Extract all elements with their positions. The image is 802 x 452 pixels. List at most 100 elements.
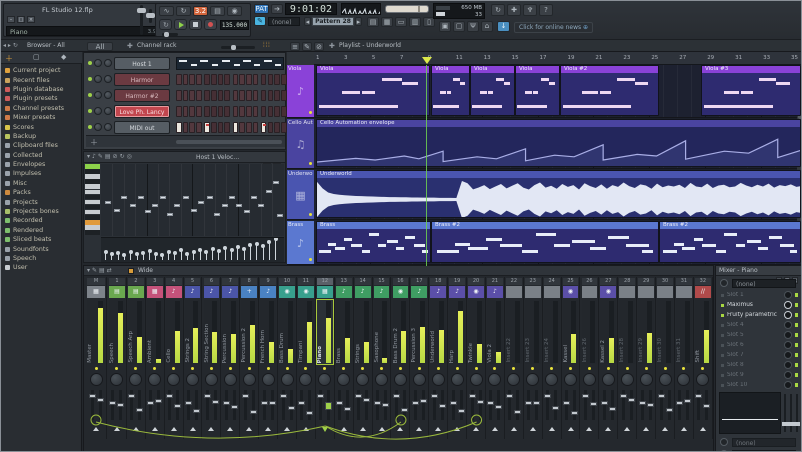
strip-pan-knob[interactable] (186, 373, 200, 386)
strip-fader-handle[interactable] (147, 401, 155, 405)
strip-fader-handle[interactable] (665, 408, 673, 412)
strip-fader-handle[interactable] (695, 394, 703, 398)
strip-fader[interactable] (581, 390, 589, 420)
fx-slot-knob[interactable] (784, 291, 792, 299)
strip-fader-2[interactable] (230, 390, 238, 420)
strip-route-arrow[interactable] (302, 427, 309, 431)
tempo-display[interactable]: 135.000 (220, 20, 249, 30)
piano-key[interactable] (85, 179, 100, 184)
mixer-strip-17[interactable]: 17 ♪ Percussion 3 (410, 277, 430, 439)
step-cell[interactable] (182, 74, 189, 85)
strip-fader-2[interactable] (476, 390, 484, 420)
strip-fader[interactable] (506, 390, 514, 420)
step-edit-button[interactable]: ↻ (159, 19, 172, 30)
piano-roll-note[interactable] (183, 196, 190, 200)
channel-pan-knob[interactable] (94, 91, 102, 99)
strip-fader-handle[interactable] (136, 408, 144, 412)
strip-fader-2[interactable] (646, 390, 654, 420)
fx-eq-fader[interactable] (788, 394, 794, 432)
mixer-strip-4[interactable]: 4 ♪ Cello (165, 277, 184, 439)
strip-route-arrow[interactable] (397, 427, 404, 431)
strip-pan-knob[interactable] (299, 373, 313, 386)
strip-route-arrow[interactable] (246, 427, 253, 431)
fx-slot-knob[interactable] (784, 311, 792, 319)
strip-fader-handle[interactable] (506, 394, 514, 398)
browser-item[interactable]: Impulses (1, 169, 82, 178)
channel-volume-knob[interactable] (104, 107, 112, 115)
strip-fader-2[interactable] (306, 390, 314, 420)
strip-fader-handle[interactable] (619, 394, 627, 398)
channel-button[interactable]: Harmor #2 (114, 89, 170, 102)
file-icon[interactable]: ▢ (453, 21, 465, 32)
step-cell[interactable] (204, 106, 210, 117)
strip-route-arrow[interactable] (699, 427, 706, 431)
playlist-clip[interactable]: Viola (515, 65, 560, 116)
strip-fader-handle[interactable] (703, 404, 711, 408)
step-cell[interactable] (204, 122, 210, 133)
step-seq-toggle-icon[interactable]: ▦ (381, 17, 393, 27)
strip-pan-knob[interactable] (261, 373, 275, 386)
strip-fader-handle[interactable] (495, 405, 503, 409)
pattern-selector[interactable]: Pattern 28 (312, 17, 354, 26)
strip-route-arrow[interactable] (510, 427, 517, 431)
strip-route-arrow[interactable] (340, 427, 347, 431)
stop-button[interactable] (189, 19, 202, 30)
add-icon[interactable]: ＋ (5, 53, 13, 64)
strip-fader-handle[interactable] (571, 411, 579, 415)
step-cell[interactable] (182, 106, 189, 117)
playhead-marker[interactable] (421, 57, 432, 64)
countdown-icon[interactable]: 3.2 (193, 6, 208, 16)
mixer-strip-m[interactable]: M ▦ Master (86, 277, 107, 439)
channel-volume-knob[interactable] (104, 59, 112, 67)
strip-fader[interactable] (298, 390, 306, 420)
velocity-marker[interactable] (216, 248, 221, 260)
strip-fader[interactable] (430, 390, 438, 420)
strip-fader[interactable] (374, 390, 382, 420)
browser-item[interactable]: Soundfonts (1, 244, 82, 253)
strip-pan-knob[interactable] (526, 373, 540, 386)
channel-led[interactable] (88, 93, 92, 97)
step-cell[interactable] (252, 74, 259, 85)
fx-slot-enable-led[interactable] (795, 353, 798, 357)
browser-item[interactable]: Scores (1, 122, 82, 131)
strip-route-arrow[interactable] (132, 427, 139, 431)
mixer-strip-12[interactable]: 12 ▦ Piano (315, 277, 335, 439)
shuffle-slider[interactable] (162, 32, 178, 37)
strip-color-header[interactable]: ♪ (335, 286, 352, 298)
fx-slot[interactable]: Fruity parametric EQ 2 (719, 311, 800, 320)
mixer-strip-29[interactable]: 29 Insert 29 (637, 277, 657, 439)
step-cell[interactable] (274, 90, 280, 101)
piano-roll-note[interactable] (166, 212, 173, 216)
strip-fader[interactable] (88, 390, 96, 420)
strip-fader-handle[interactable] (430, 394, 438, 398)
file-icon[interactable]: ▢ (33, 53, 40, 61)
step-cell[interactable] (224, 122, 230, 133)
main-volume-bar[interactable] (385, 5, 429, 13)
strip-fader-handle[interactable] (88, 394, 96, 398)
strip-color-header[interactable]: ▦ (146, 286, 163, 298)
fx-slot[interactable]: Maximus (719, 301, 800, 310)
mixer-strip-10[interactable]: 10 ◉ Bass Drum (278, 277, 297, 439)
browser-item[interactable]: Packs (1, 188, 82, 197)
strip-fader-2[interactable] (174, 390, 182, 420)
velocity-marker[interactable] (223, 246, 228, 260)
step-cell[interactable] (260, 106, 267, 117)
strip-fader-2[interactable] (287, 390, 295, 420)
fx-slot-knob[interactable] (784, 331, 792, 339)
piano-roll-note[interactable] (276, 214, 283, 218)
fx-output1-selector[interactable]: (none) (732, 438, 796, 447)
step-cell[interactable] (182, 122, 189, 133)
strip-route-arrow[interactable] (624, 427, 631, 431)
strip-color-header[interactable] (505, 286, 522, 298)
strip-fader-2[interactable] (684, 390, 692, 420)
channel-volume-knob[interactable] (104, 91, 112, 99)
piano-key[interactable] (85, 169, 100, 174)
velocity-marker[interactable] (235, 244, 240, 260)
piano-key[interactable] (85, 204, 100, 210)
swing-slider[interactable] (221, 45, 255, 50)
velocity-marker[interactable] (242, 246, 247, 260)
fx-eq-fader[interactable] (794, 394, 800, 432)
strip-fader-handle[interactable] (109, 401, 117, 405)
velocity-marker[interactable] (147, 249, 152, 260)
strip-route-arrow[interactable] (93, 427, 99, 431)
